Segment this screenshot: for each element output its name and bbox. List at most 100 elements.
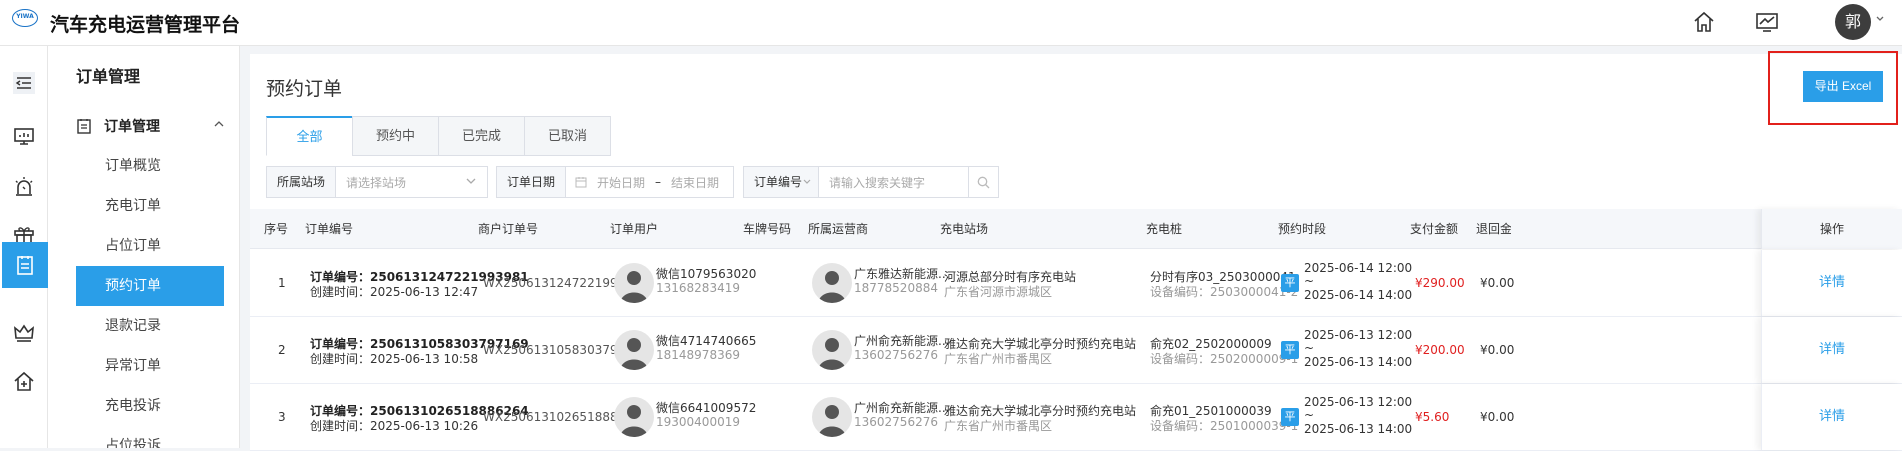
paid-amount: ¥5.60 bbox=[1415, 410, 1450, 424]
row-actions: 详情 bbox=[1761, 384, 1902, 450]
col-operator: 所属运营商 bbox=[808, 222, 869, 236]
period-tag: 平 bbox=[1281, 274, 1299, 292]
main-content: 预约订单 导出 Excel 全部 预约中 已完成 已取消 所属站场 请选择站场 … bbox=[250, 51, 1902, 451]
period-separator: ~ bbox=[1304, 274, 1315, 288]
col-user: 订单用户 bbox=[610, 222, 659, 236]
col-period: 预约时段 bbox=[1278, 222, 1327, 236]
nav-monitor[interactable] bbox=[0, 114, 48, 160]
keyword-input[interactable]: 请输入搜索关键字 bbox=[819, 174, 959, 191]
user-name: 微信4714740665 bbox=[656, 334, 757, 348]
submenu-item-charging-complaints[interactable]: 充电投诉 bbox=[76, 386, 224, 426]
station-filter[interactable]: 所属站场 请选择站场 bbox=[266, 166, 488, 198]
page-title: 预约订单 bbox=[266, 78, 343, 100]
home-icon[interactable] bbox=[1692, 10, 1716, 34]
col-refund: 退回金额 bbox=[1476, 222, 1511, 236]
keyword-type-select[interactable]: 订单编号 bbox=[744, 167, 819, 197]
col-merchant-no: 商户订单号 bbox=[478, 222, 539, 236]
refund-amount: ¥0.00 bbox=[1480, 343, 1515, 357]
table-header: 序号 订单编号 商户订单号 订单用户 车牌号码 所属运营商 充电站场 充电桩 预… bbox=[250, 209, 1902, 249]
row-index: 3 bbox=[278, 410, 286, 424]
col-index: 序号 bbox=[264, 222, 289, 236]
tab-all[interactable]: 全部 bbox=[266, 116, 353, 156]
row-index: 2 bbox=[278, 343, 286, 357]
detail-link[interactable]: 详情 bbox=[1819, 409, 1845, 424]
col-actions: 操作 bbox=[1761, 209, 1902, 249]
keyword-type-label: 订单编号 bbox=[754, 175, 803, 189]
avatar bbox=[614, 397, 654, 437]
menu-collapse-icon bbox=[13, 72, 35, 94]
created-time: 创建时间：2025-06-13 10:58 bbox=[310, 352, 479, 366]
monitor-icon bbox=[14, 128, 34, 145]
chevron-up-icon[interactable] bbox=[212, 117, 226, 131]
submenu-item-order-overview[interactable]: 订单概览 bbox=[76, 146, 224, 186]
submenu-item-occupancy-orders[interactable]: 占位订单 bbox=[76, 226, 224, 266]
chevron-down-icon bbox=[803, 179, 811, 184]
submenu-item-abnormal-orders[interactable]: 异常订单 bbox=[76, 346, 224, 386]
dashboard-icon[interactable] bbox=[1755, 10, 1779, 34]
station-filter-label: 所属站场 bbox=[267, 167, 337, 197]
submenu-item-reservation-orders[interactable]: 预约订单 bbox=[76, 266, 224, 306]
end-date-input[interactable]: 结束日期 bbox=[671, 174, 719, 191]
nav-orders[interactable] bbox=[2, 242, 48, 288]
period-end: 2025-06-13 14:00 bbox=[1304, 355, 1413, 369]
period-tag: 平 bbox=[1281, 341, 1299, 359]
period-start: 2025-06-14 12:00 bbox=[1304, 261, 1413, 275]
app-logo: YIWA bbox=[12, 9, 38, 27]
refund-amount: ¥0.00 bbox=[1480, 276, 1515, 290]
date-filter[interactable]: 订单日期 开始日期 – 结束日期 bbox=[496, 166, 734, 198]
chevron-down-icon bbox=[466, 178, 476, 184]
operator-name: 广东雅达新能源... bbox=[854, 267, 950, 281]
date-separator: – bbox=[655, 175, 662, 189]
crown-icon bbox=[14, 324, 34, 342]
calendar-icon bbox=[575, 177, 587, 188]
user-phone: 19300400019 bbox=[656, 415, 740, 429]
avatar bbox=[812, 330, 852, 370]
station-area: 广东省广州市番禺区 bbox=[944, 352, 1053, 366]
top-bar: YIWA 汽车充电运营管理平台 郭 bbox=[0, 0, 1902, 46]
menu-collapse-button[interactable] bbox=[0, 60, 48, 106]
submenu-group-order-management[interactable]: 订单管理 bbox=[76, 114, 226, 138]
operator-phone: 13602756276 bbox=[854, 415, 938, 429]
search-button[interactable] bbox=[968, 167, 998, 197]
station-select[interactable]: 请选择站场 bbox=[336, 174, 406, 191]
period-separator: ~ bbox=[1304, 341, 1315, 355]
search-icon bbox=[977, 176, 990, 188]
export-excel-button[interactable]: 导出 Excel bbox=[1803, 71, 1883, 102]
operator-phone: 18778520884 bbox=[854, 281, 938, 295]
device-code: 设备编码：2502000009-1 bbox=[1150, 352, 1299, 366]
submenu-item-charging-orders[interactable]: 充电订单 bbox=[76, 186, 224, 226]
created-time: 创建时间：2025-06-13 12:47 bbox=[310, 285, 479, 299]
nav-alarm[interactable] bbox=[0, 164, 48, 210]
icon-sidebar bbox=[0, 46, 48, 448]
submenu-item-refund-records[interactable]: 退款记录 bbox=[76, 306, 224, 346]
row-index: 1 bbox=[278, 276, 286, 290]
nav-stations[interactable] bbox=[0, 358, 48, 404]
operator-phone: 13602756276 bbox=[854, 348, 938, 362]
nav-members[interactable] bbox=[0, 310, 48, 356]
tab-reserving[interactable]: 预约中 bbox=[352, 116, 439, 156]
row-actions: 详情 bbox=[1761, 317, 1902, 383]
col-pile: 充电桩 bbox=[1146, 222, 1183, 236]
chevron-down-icon[interactable] bbox=[1875, 14, 1885, 24]
tab-cancelled[interactable]: 已取消 bbox=[524, 116, 611, 156]
table-row: 2 订单编号：2506131058303797169 创建时间：2025-06-… bbox=[250, 317, 1902, 384]
refund-amount: ¥0.00 bbox=[1480, 410, 1515, 424]
detail-link[interactable]: 详情 bbox=[1819, 342, 1845, 357]
order-icon bbox=[77, 119, 91, 134]
period-end: 2025-06-14 14:00 bbox=[1304, 288, 1413, 302]
detail-link[interactable]: 详情 bbox=[1819, 275, 1845, 290]
tab-completed[interactable]: 已完成 bbox=[438, 116, 525, 156]
table-row: 1 订单编号：2506131247221993981 创建时间：2025-06-… bbox=[250, 250, 1902, 317]
user-phone: 13168283419 bbox=[656, 281, 740, 295]
period-tag: 平 bbox=[1281, 408, 1299, 426]
keyword-filter[interactable]: 订单编号 请输入搜索关键字 bbox=[743, 166, 999, 198]
user-avatar[interactable]: 郭 bbox=[1835, 4, 1871, 40]
station-area: 广东省河源市源城区 bbox=[944, 285, 1053, 299]
start-date-input[interactable]: 开始日期 bbox=[587, 174, 645, 191]
col-plate: 车牌号码 bbox=[743, 222, 792, 236]
operator-name: 广州俞充新能源... bbox=[854, 334, 950, 348]
col-paid: 支付金额 bbox=[1410, 222, 1459, 236]
period-start: 2025-06-13 12:00 bbox=[1304, 328, 1413, 342]
submenu-item-occupancy-complaints[interactable]: 占位投诉 bbox=[76, 426, 224, 448]
row-actions: 详情 bbox=[1761, 250, 1902, 316]
